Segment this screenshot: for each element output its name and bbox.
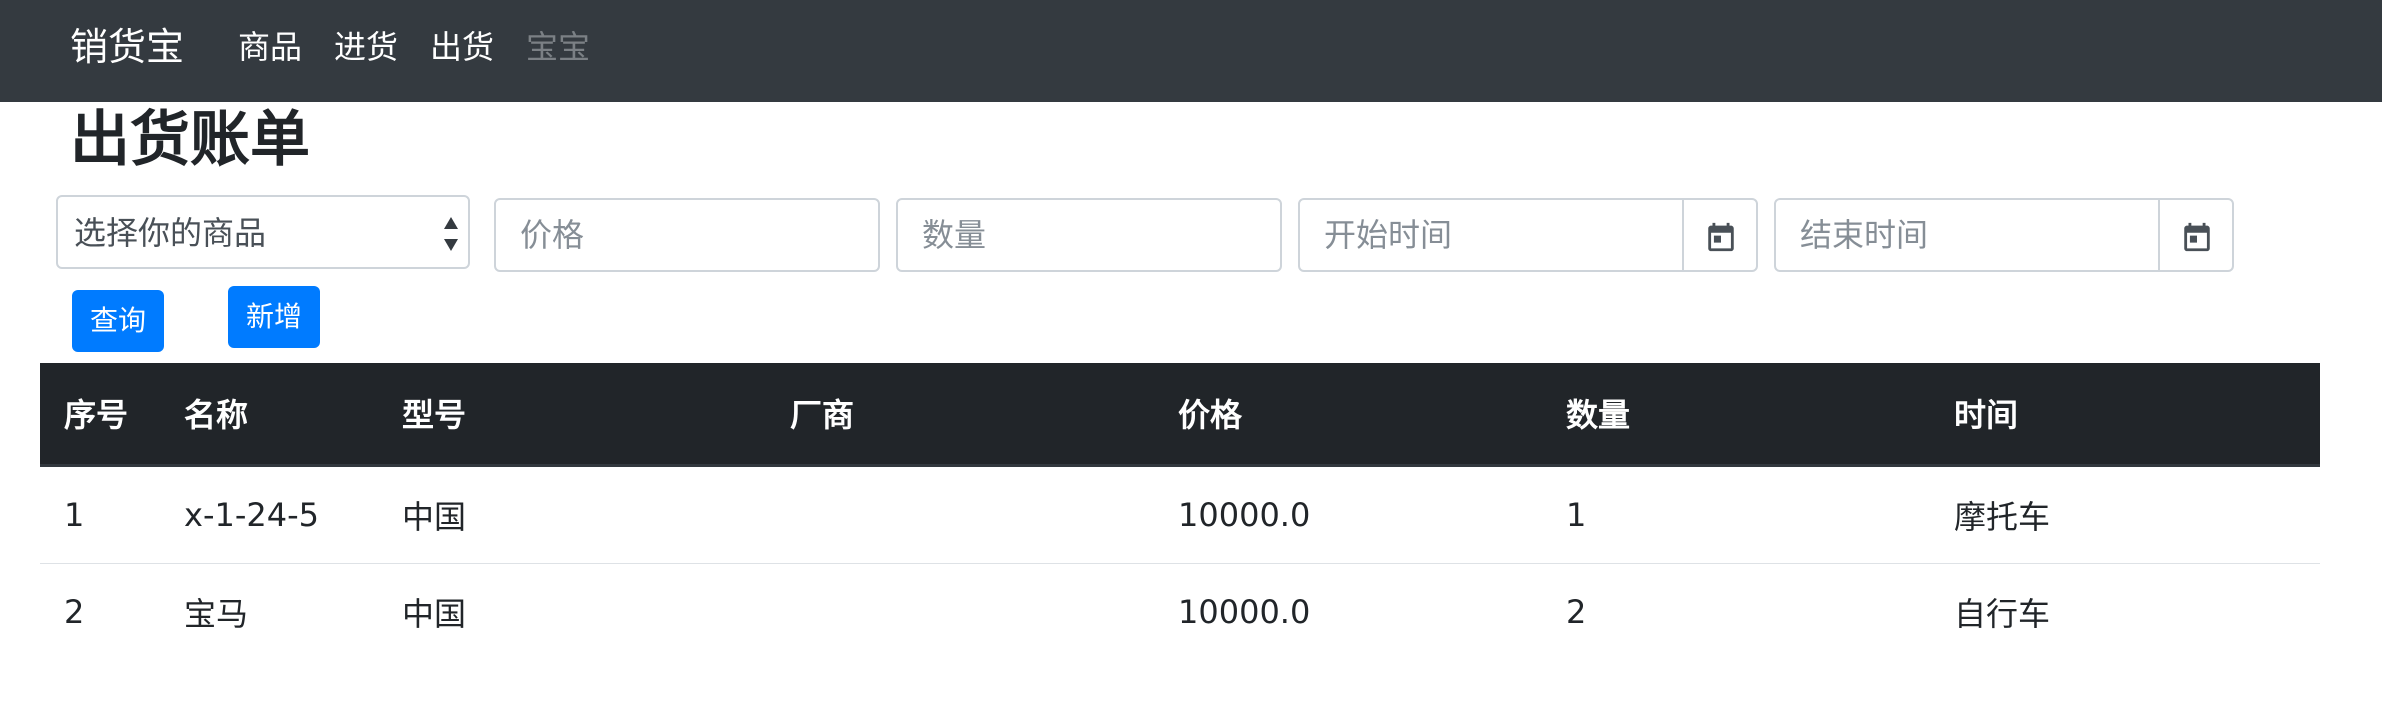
cell-model: 中国 xyxy=(378,465,766,564)
query-button[interactable]: 查询 xyxy=(72,290,164,352)
select-arrows-icon xyxy=(444,217,458,251)
calendar-icon xyxy=(2184,222,2210,252)
column-header-manufacturer: 厂商 xyxy=(766,363,1154,467)
end-time-calendar-button[interactable] xyxy=(2158,200,2232,270)
cell-price: 10000.0 xyxy=(1178,593,1311,632)
column-header-name: 名称 xyxy=(160,363,378,467)
nav-link-baobao: 宝宝 xyxy=(526,28,591,66)
table-row: 1 x-1-24-5 中国 10000.0 1 摩托车 xyxy=(40,465,2320,564)
cell-time: 摩托车 xyxy=(1930,465,2320,564)
table-row: 2 宝马 中国 10000.0 2 自行车 xyxy=(40,563,2320,661)
start-time-group xyxy=(1298,198,1758,272)
nav-link-shipment[interactable]: 出货 xyxy=(430,26,494,68)
table-header-row: 序号 名称 型号 厂商 价格 数量 时间 xyxy=(40,363,2320,467)
product-select[interactable]: 选择你的商品 xyxy=(56,195,470,269)
cell-time: 自行车 xyxy=(1954,595,2051,634)
cell-model: 中国 xyxy=(402,595,467,634)
column-header-time: 时间 xyxy=(1930,363,2320,467)
quantity-input[interactable] xyxy=(898,200,1280,270)
end-time-group xyxy=(1774,198,2234,272)
column-header-index: 序号 xyxy=(40,363,160,467)
column-header-quantity: 数量 xyxy=(1542,363,1930,467)
cell-name: x-1-24-5 xyxy=(160,465,378,564)
start-time-calendar-button[interactable] xyxy=(1682,200,1756,270)
nav-link-purchase[interactable]: 进货 xyxy=(334,26,398,68)
cell-name: 宝马 xyxy=(184,595,249,634)
navbar: 销货宝 商品 进货 出货 宝宝 xyxy=(0,0,2382,102)
end-time-input[interactable] xyxy=(1776,200,2160,270)
brand-logo-text[interactable]: 销货宝 xyxy=(70,22,184,72)
price-field xyxy=(494,198,880,272)
cell-manufacturer xyxy=(766,465,1154,564)
start-time-input[interactable] xyxy=(1300,200,1684,270)
nav-link-products[interactable]: 商品 xyxy=(238,26,302,68)
column-header-model: 型号 xyxy=(378,363,766,467)
product-select-value: 选择你的商品 xyxy=(74,214,267,252)
cell-price: 10000.0 xyxy=(1154,465,1542,564)
add-button[interactable]: 新增 xyxy=(228,286,320,348)
column-header-price: 价格 xyxy=(1154,363,1542,467)
cell-manufacturer xyxy=(766,563,1154,661)
quantity-field xyxy=(896,198,1282,272)
calendar-icon xyxy=(1708,222,1734,252)
cell-index: 2 xyxy=(64,593,85,632)
shipment-table: 序号 名称 型号 厂商 价格 数量 时间 1 x-1-24-5 中国 10000… xyxy=(40,363,2320,661)
page-title: 出货账单 xyxy=(70,105,310,175)
cell-quantity: 2 xyxy=(1566,593,1587,632)
cell-quantity: 1 xyxy=(1542,465,1930,564)
cell-index: 1 xyxy=(40,465,160,564)
price-input[interactable] xyxy=(496,200,878,270)
